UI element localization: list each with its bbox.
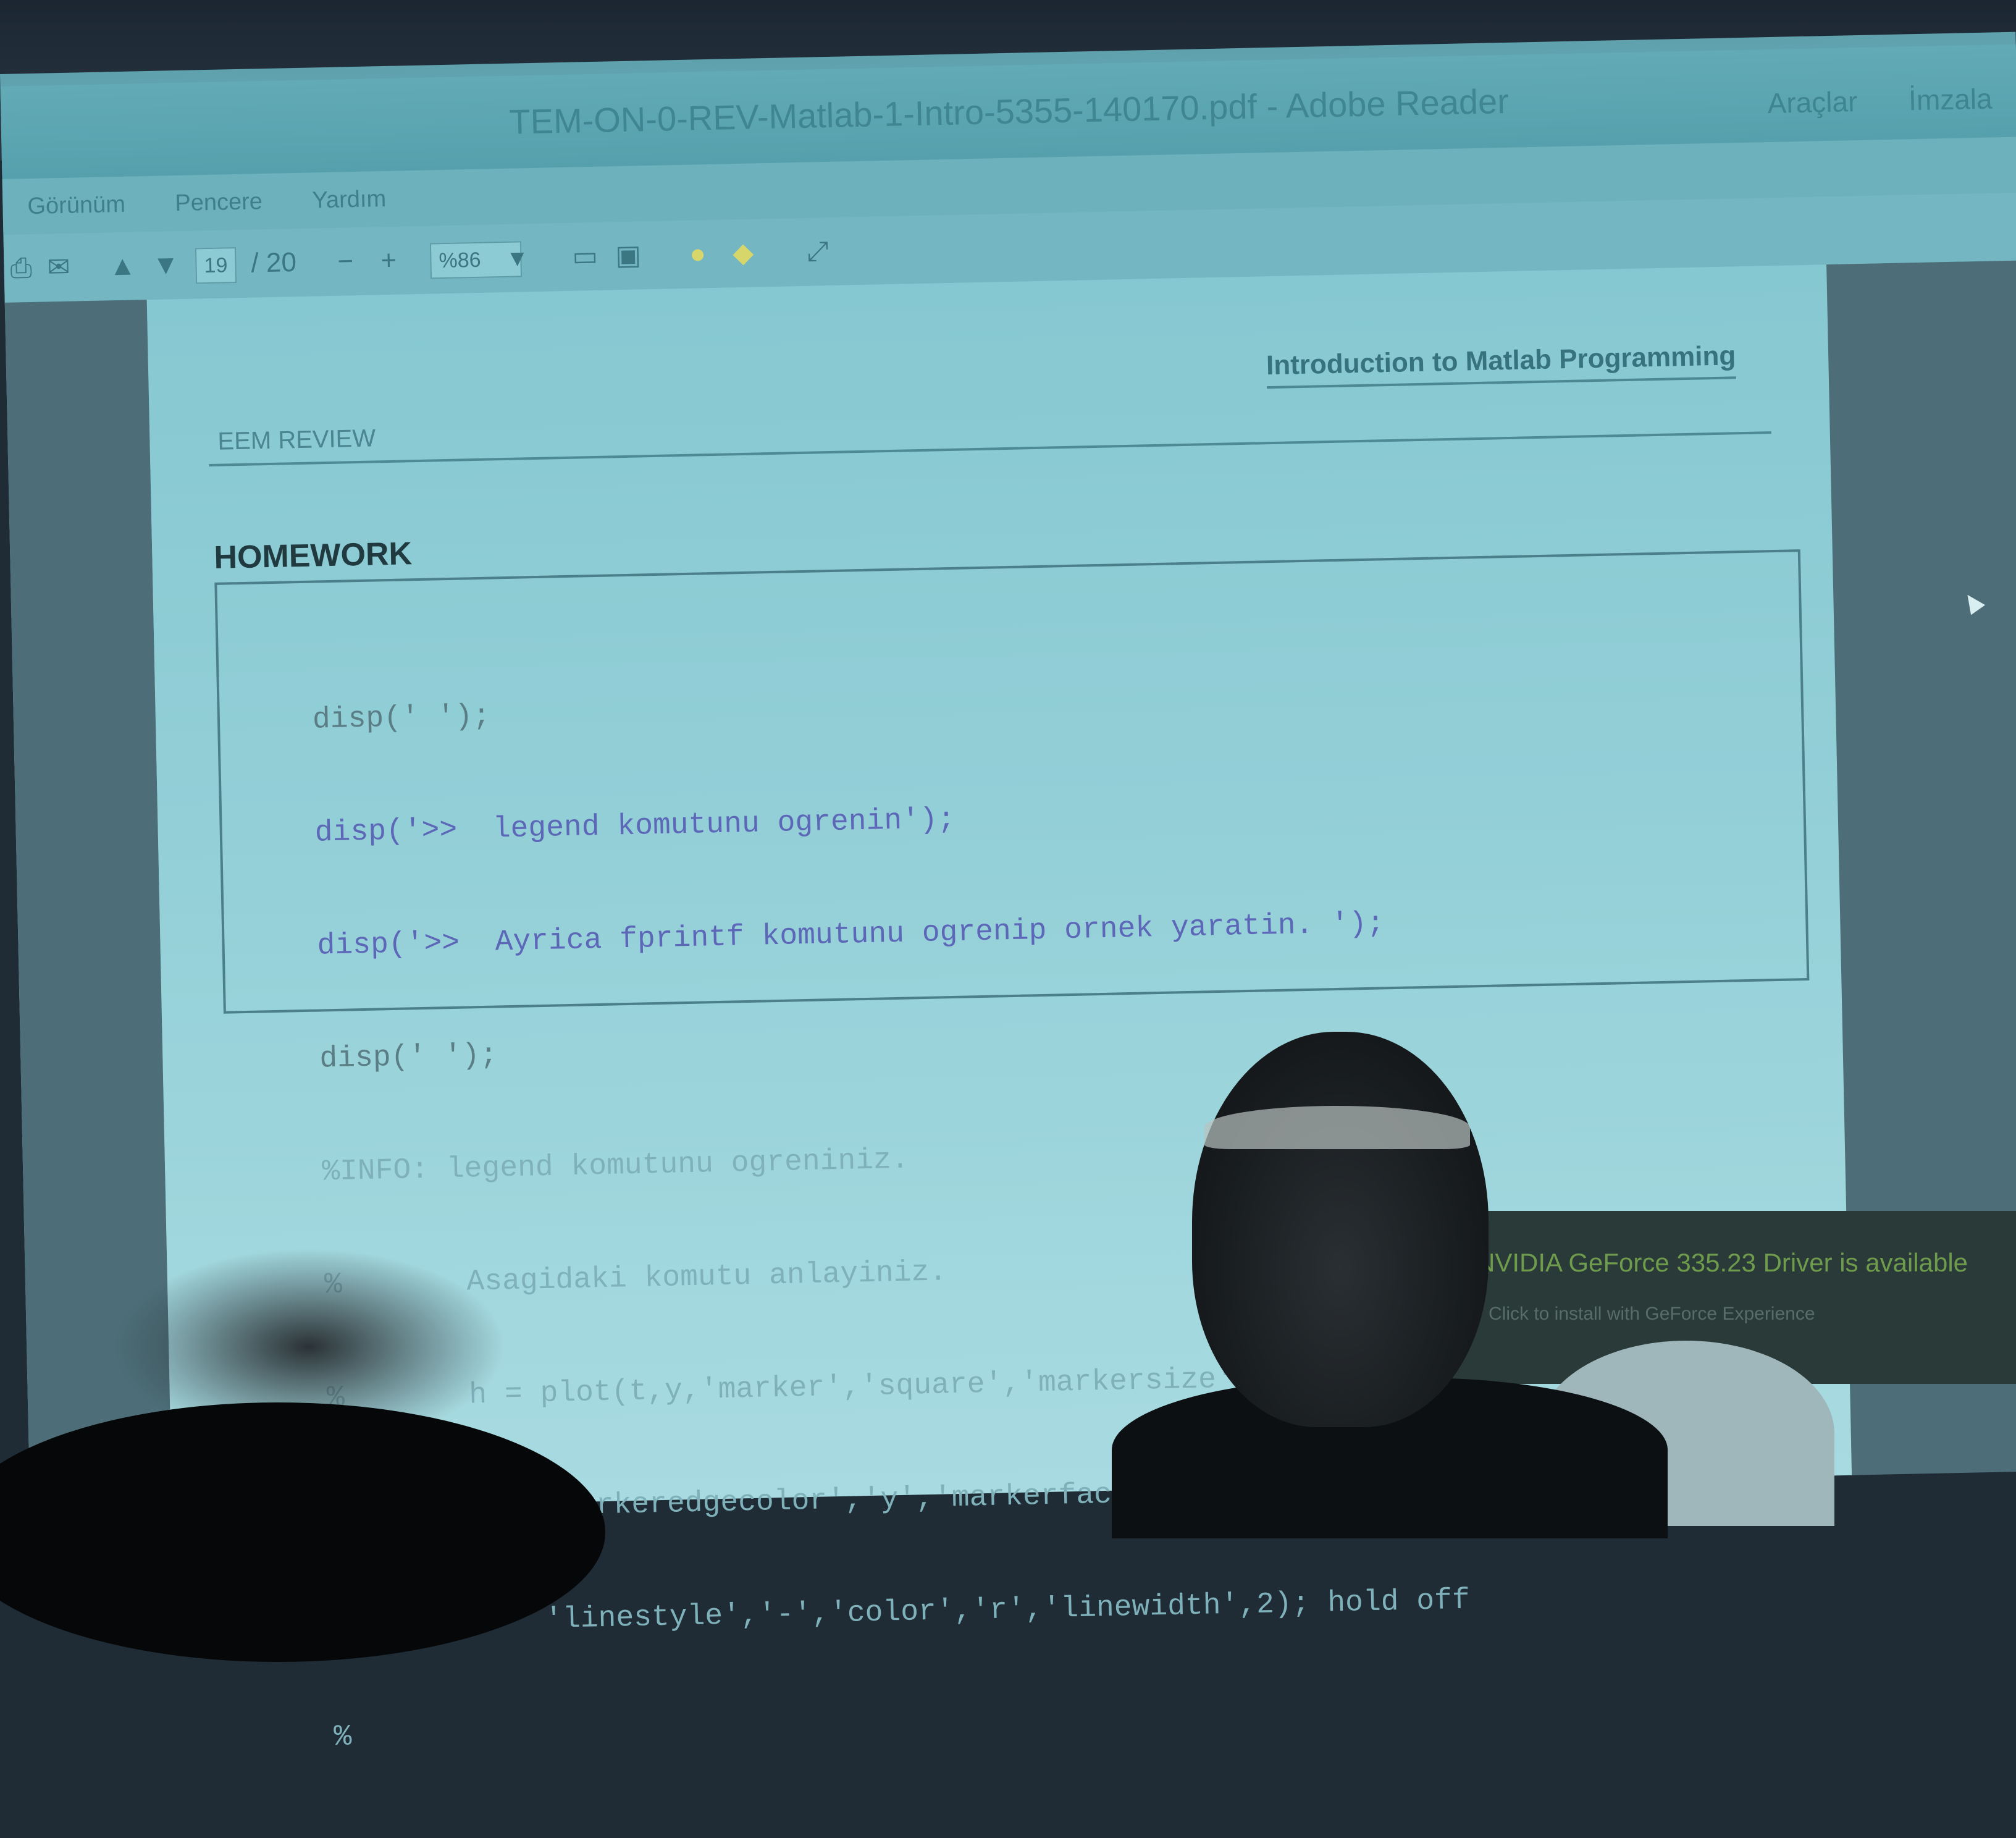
header-links: Araçlar İmzala [1724,82,1993,120]
presenter-headband [1204,1106,1470,1149]
zoom-in-button[interactable]: + [380,244,397,278]
sign-link[interactable]: İmzala [1909,82,1993,116]
expand-icon[interactable]: ⤢ [807,235,829,269]
page-up-icon[interactable]: ▲ [109,249,136,283]
comment-icon[interactable]: ● [689,237,707,271]
notification-subtitle: Click to install with GeForce Experience [1489,1304,1815,1324]
email-icon[interactable]: ✉ [47,251,70,285]
code-line: disp('>> Ayrica fprintf komutunu ogrenip… [317,907,1385,963]
page-total: / 20 [250,247,297,279]
zoom-out-button[interactable]: − [337,245,354,279]
menu-item-view[interactable]: Görünüm [27,192,125,219]
homework-title: HOMEWORK [213,536,413,576]
tools-link[interactable]: Araçlar [1767,85,1858,119]
chevron-down-icon[interactable]: ▾ [510,241,524,274]
page-down-icon[interactable]: ▼ [152,248,180,282]
code-line: disp(' '); [312,699,491,737]
menu-item-window[interactable]: Pencere [175,188,262,216]
page-number-input[interactable]: 19 [195,247,237,284]
page-header-title: Introduction to Matlab Programming [1266,340,1736,389]
highlight-icon[interactable]: ◆ [733,237,754,271]
page-header-section: EEM REVIEW [217,424,376,455]
window-title: TEM-ON-0-REV-Matlab-1-Intro-5355-140170.… [508,81,1510,141]
zoom-level-select[interactable]: %86 [429,241,523,279]
fit-width-icon[interactable]: ▣ [615,238,642,272]
menu-item-help[interactable]: Yardım [312,186,387,213]
code-box: disp(' '); disp('>> legend komutunu ogre… [214,549,1810,1754]
print-icon[interactable]: ⎙ [10,251,32,285]
fit-page-icon[interactable]: ▭ [572,240,598,274]
code-line: disp('>> legend komutunu ogrenin'); [314,803,956,850]
presenter-head [1192,1032,1489,1427]
code-line: % [333,1720,352,1755]
header-divider [209,431,1771,467]
notification-title: NVIDIA GeForce 335.23 Driver is availabl… [1476,1248,1968,1277]
